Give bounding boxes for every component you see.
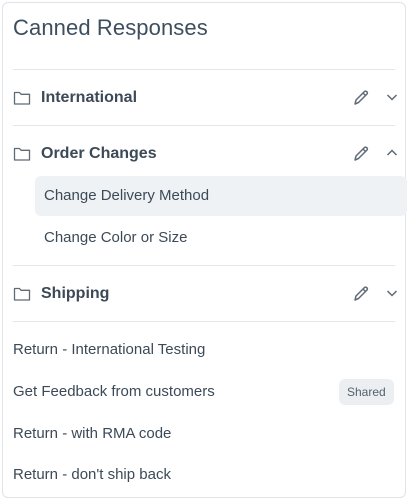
folder-icon	[13, 91, 31, 105]
folder-label: Shipping	[41, 285, 110, 302]
canned-responses-panel: Canned Responses International Order Cha…	[2, 2, 407, 498]
response-label: Change Delivery Method	[44, 187, 210, 204]
chevron-up-icon[interactable]	[385, 146, 399, 160]
folder-label: International	[41, 89, 138, 106]
chevron-down-icon[interactable]	[385, 90, 399, 104]
response-label: Change Color or Size	[44, 229, 188, 246]
folder-order-changes[interactable]: Order Changes	[3, 134, 405, 174]
divider	[13, 69, 395, 70]
response-item-return-international-testing[interactable]: Return - International Testing	[3, 330, 405, 370]
panel-title: Canned Responses	[13, 15, 208, 40]
response-item-return-with-rma-code[interactable]: Return - with RMA code	[3, 414, 405, 454]
divider	[13, 321, 395, 322]
response-item-return-dont-ship-back[interactable]: Return - don't ship back	[3, 455, 405, 495]
folder-icon	[13, 147, 31, 161]
response-item-get-feedback[interactable]: Get Feedback from customers Shared	[3, 372, 405, 412]
response-label: Return - with RMA code	[13, 425, 172, 442]
response-label: Return - don't ship back	[13, 466, 171, 483]
folder-label: Order Changes	[41, 145, 157, 162]
folder-icon	[13, 287, 31, 301]
response-label: Get Feedback from customers	[13, 383, 215, 400]
folder-international[interactable]: International	[3, 78, 405, 118]
shared-badge: Shared	[339, 379, 394, 405]
divider	[13, 125, 395, 126]
folder-shipping[interactable]: Shipping	[3, 274, 405, 314]
edit-pencil-icon[interactable]	[351, 88, 371, 108]
edit-pencil-icon[interactable]	[351, 284, 371, 304]
response-label: Return - International Testing	[13, 341, 206, 358]
response-item-change-color-or-size[interactable]: Change Color or Size	[35, 218, 407, 258]
edit-pencil-icon[interactable]	[351, 144, 371, 164]
chevron-down-icon[interactable]	[385, 286, 399, 300]
divider	[13, 265, 395, 266]
response-item-change-delivery-method[interactable]: Change Delivery Method	[35, 176, 407, 216]
